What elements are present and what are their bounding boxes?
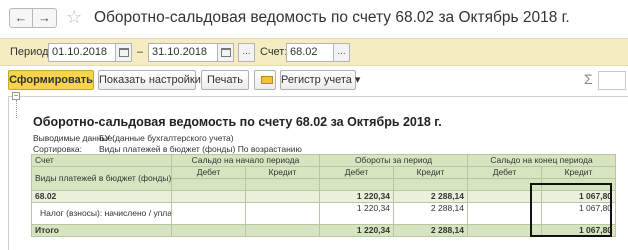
total-label: Итого [31,224,172,237]
period-select-button[interactable]: ... [238,43,255,62]
calendar-icon [221,48,231,57]
title-bar: ← → ☆ Оборотно-сальдовая ведомость по сч… [0,0,628,38]
col-end-balance-header: Сальдо на конец периода [467,154,617,167]
data-value: БУ (данные бухгалтерского учета) [99,133,234,143]
cell-start-debit [171,202,246,225]
table-row[interactable]: 68.02 1 220,34 2 288,14 1 067,80 [31,190,617,203]
row-name: Налог (взносы): начислено / уплачено [31,202,172,225]
sort-label: Сортировка: [33,144,83,154]
cell-start-credit [245,202,320,225]
col-turnover-header: Обороты за период [318,154,469,167]
generate-button[interactable]: Сформировать [8,70,94,90]
collapse-toggle[interactable]: − [12,92,20,100]
header-row-subkonto: Виды платежей в бюджет (фонды) Дебет Кре… [31,166,617,191]
window-title: Оборотно-сальдовая ведомость по счету 68… [94,9,570,26]
tree-line [16,100,17,118]
forward-button[interactable]: → [33,8,57,28]
calendar-to-button[interactable] [217,43,234,62]
col-end-debit: Дебет [467,166,543,179]
total-start-debit [171,224,246,237]
col-end-credit: Кредит [541,166,617,179]
total-start-credit [245,224,320,237]
cell-turn-debit: 1 220,34 [319,202,394,225]
cell-turn-debit: 1 220,34 [319,190,394,203]
back-button[interactable]: ← [9,8,33,28]
period-from-field[interactable]: 01.10.2018 [48,43,116,62]
col-start-debit: Дебет [171,166,246,179]
account-label: Счет: [260,46,288,58]
favorite-star-icon[interactable]: ☆ [66,7,82,27]
register-button[interactable]: Регистр учета ▾ [280,70,360,90]
row-name: 68.02 [31,190,172,203]
show-settings-button[interactable]: Показать настройки [98,70,201,90]
calendar-icon [119,48,129,57]
cell-start-credit [245,190,320,203]
account-select-button[interactable]: ... [333,43,350,62]
col-start-balance-header: Сальдо на начало периода [171,154,320,167]
sum-field [598,71,626,90]
arrow-left-icon: ← [14,10,28,25]
cell-turn-credit: 2 288,14 [392,202,469,225]
mail-icon [261,76,273,84]
col-turn-credit: Кредит [392,166,469,179]
report-table: Счет Сальдо на начало периода Обороты за… [31,154,617,237]
period-dash: – [137,46,144,58]
report-title: Оборотно-сальдовая ведомость по счету 68… [33,115,442,129]
col-subkonto-header: Виды платежей в бюджет (фонды) [31,166,172,191]
header-row-groups: Счет Сальдо на начало периода Обороты за… [31,154,617,167]
calendar-from-button[interactable] [115,43,132,62]
total-row: Итого 1 220,34 2 288,14 1 067,80 [31,224,617,237]
period-to-field[interactable]: 31.10.2018 [148,43,218,62]
print-button[interactable]: Печать [201,70,249,90]
arrow-right-icon: → [38,10,51,25]
col-start-credit: Кредит [245,166,320,179]
total-turn-debit: 1 220,34 [319,224,394,237]
col-turn-debit: Дебет [319,166,394,179]
email-button[interactable] [254,70,276,90]
cell-turn-credit: 2 288,14 [392,190,469,203]
highlight-frame [530,183,612,237]
col-account-header: Счет [31,154,172,167]
period-bar: Период: 01.10.2018 – 31.10.2018 ... Счет… [0,38,628,66]
total-turn-credit: 2 288,14 [392,224,469,237]
period-label: Период: [10,46,52,58]
cell-start-debit [171,190,246,203]
account-field[interactable]: 68.02 [286,43,334,62]
sort-value: Виды платежей в бюджет (фонды) По возрас… [99,144,302,154]
toolbar: Сформировать Показать настройки Печать Р… [0,66,628,94]
table-row[interactable]: Налог (взносы): начислено / уплачено 1 2… [31,202,617,225]
sum-icon: Σ [584,71,593,87]
